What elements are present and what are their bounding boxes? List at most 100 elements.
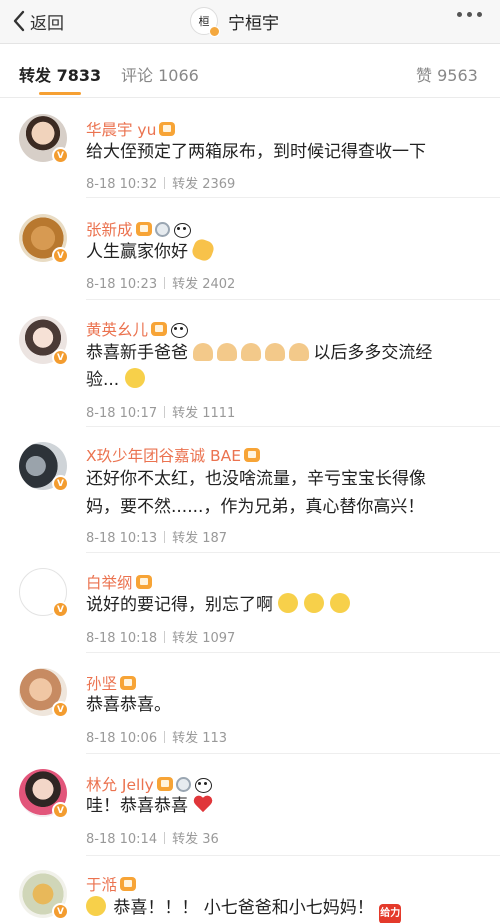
crown-icon	[151, 322, 168, 336]
title-avatar: 桓	[190, 7, 220, 37]
repost-text-line2: 妈，要不然......，作为兄弟，真心替你高兴！	[86, 497, 425, 517]
repost-count[interactable]: 转发 2369	[172, 177, 235, 192]
repost-count[interactable]: 转发 113	[172, 731, 227, 746]
crown-icon	[159, 122, 176, 136]
repost-count[interactable]: 转发 187	[172, 531, 227, 546]
divider	[86, 426, 500, 427]
heart-icon	[193, 796, 213, 814]
repost-count[interactable]: 转发 2402	[172, 277, 235, 292]
user-name-text: 黄英幺儿	[86, 321, 149, 339]
page-title: 桓 宁桓宇	[190, 4, 279, 38]
verified-badge-icon: V	[52, 147, 69, 164]
repost-count[interactable]: 转发 1111	[172, 406, 235, 421]
verified-badge-icon	[209, 26, 220, 37]
waving-hand-icon	[190, 237, 217, 263]
repost-text-line2: 验...	[86, 370, 120, 390]
verified-badge-icon: V	[52, 247, 69, 264]
title-avatar-text: 桓	[198, 15, 210, 28]
repost-text: 恭喜恭喜。	[86, 695, 171, 715]
post-time: 8-18 10:14	[86, 832, 158, 847]
repost-text-content: 人生赢家你好	[86, 242, 188, 262]
avatar[interactable]: V	[19, 316, 69, 366]
repost-text: 哇！恭喜恭喜	[86, 792, 466, 821]
post-meta: 8-18 10:17 转发 1111	[86, 402, 235, 421]
repost-text: 说好的要记得，别忘了啊	[86, 591, 466, 620]
post-meta: 8-18 10:06 转发 113	[86, 727, 227, 746]
avatar[interactable]: V	[19, 442, 69, 492]
shushing-face-icon	[278, 593, 299, 613]
dot-icon	[457, 12, 462, 17]
user-name-text: 于湉	[86, 876, 118, 894]
smiling-face-icon	[124, 368, 145, 388]
crown-icon	[156, 777, 173, 791]
shushing-face-icon	[330, 593, 351, 613]
divider	[86, 299, 500, 300]
top-navigation-bar: 返回 桓 宁桓宇	[0, 0, 500, 44]
post-meta: 8-18 10:18 转发 1097	[86, 627, 235, 646]
user-name-text: 张新成	[86, 221, 133, 239]
verified-badge-icon: V	[52, 601, 69, 618]
post-meta: 8-18 10:13 转发 187	[86, 527, 227, 546]
geili-sticker-icon: 给力	[379, 904, 402, 923]
repost-count[interactable]: 转发 1097	[172, 631, 235, 646]
back-button[interactable]: 返回	[12, 6, 64, 36]
repost-text: 人生赢家你好	[86, 237, 466, 267]
divider	[86, 197, 500, 198]
repost-text-line1-end: 以后多多交流经	[313, 343, 433, 363]
user-name[interactable]: 白举纲	[86, 571, 152, 593]
praying-hands-icon	[241, 343, 262, 361]
post-time: 8-18 10:18	[86, 631, 158, 646]
avatar[interactable]: V	[19, 769, 69, 819]
verified-badge-icon: V	[52, 349, 69, 366]
avatar[interactable]: V	[19, 870, 69, 920]
crown-icon	[244, 448, 261, 462]
post-time: 8-18 10:06	[86, 731, 158, 746]
chevron-left-icon	[13, 10, 25, 32]
tab-repost[interactable]: 转发 7833	[19, 62, 101, 86]
user-name-text: X玖少年团谷嘉诚 BAE	[86, 447, 242, 465]
avatar[interactable]: V	[19, 214, 69, 264]
crown-icon	[120, 877, 137, 891]
post-meta: 8-18 10:14 转发 36	[86, 828, 219, 847]
post-time: 8-18 10:23	[86, 277, 158, 292]
praying-hands-icon	[289, 343, 310, 361]
verified-badge-icon: V	[52, 475, 69, 492]
repost-text-content: 哇！恭喜恭喜	[86, 796, 188, 816]
praying-hands-icon	[193, 343, 214, 361]
avatar[interactable]: V	[19, 568, 69, 618]
repost-text-content: 恭喜！！！ 小七爸爸和小七妈妈！	[113, 898, 374, 918]
back-label: 返回	[30, 13, 64, 34]
verified-badge-icon: V	[52, 903, 69, 920]
repost-count[interactable]: 转发 36	[172, 832, 219, 847]
panda-icon	[173, 222, 191, 238]
repost-text: 恭喜新手爸爸 以后多多交流经	[86, 339, 466, 368]
divider	[86, 855, 500, 856]
dot-icon	[467, 12, 472, 17]
repost-text-content: 说好的要记得，别忘了啊	[86, 595, 273, 615]
user-name[interactable]: 黄英幺儿	[86, 318, 189, 340]
crown-icon	[135, 575, 152, 589]
title-text: 宁桓宇	[228, 13, 279, 34]
user-name[interactable]: 张新成	[86, 218, 191, 240]
praying-hands-icon	[265, 343, 286, 361]
repost-text-line1: 还好你不太红，也没啥流量，辛亏宝宝长得像	[86, 469, 426, 489]
divider	[86, 652, 500, 653]
panda-icon	[194, 777, 212, 793]
user-name-text: 白举纲	[86, 574, 133, 592]
avatar[interactable]: V	[19, 668, 69, 718]
avatar[interactable]: V	[19, 114, 69, 164]
crown-icon	[135, 222, 152, 236]
user-name[interactable]: 华晨宇 yu	[86, 118, 176, 140]
divider	[86, 753, 500, 754]
verified-badge-icon: V	[52, 802, 69, 819]
medal-icon	[154, 221, 170, 237]
shushing-face-icon	[304, 593, 325, 613]
repost-text-cont: 验...	[86, 366, 466, 395]
user-name[interactable]: 于湉	[86, 873, 137, 895]
more-options-button[interactable]	[457, 12, 482, 17]
dot-icon	[477, 12, 482, 17]
crown-icon	[120, 676, 137, 690]
user-name[interactable]: X玖少年团谷嘉诚 BAE	[86, 444, 261, 466]
tab-like[interactable]: 赞 9563	[416, 62, 478, 86]
tab-comment[interactable]: 评论 1066	[121, 62, 199, 86]
